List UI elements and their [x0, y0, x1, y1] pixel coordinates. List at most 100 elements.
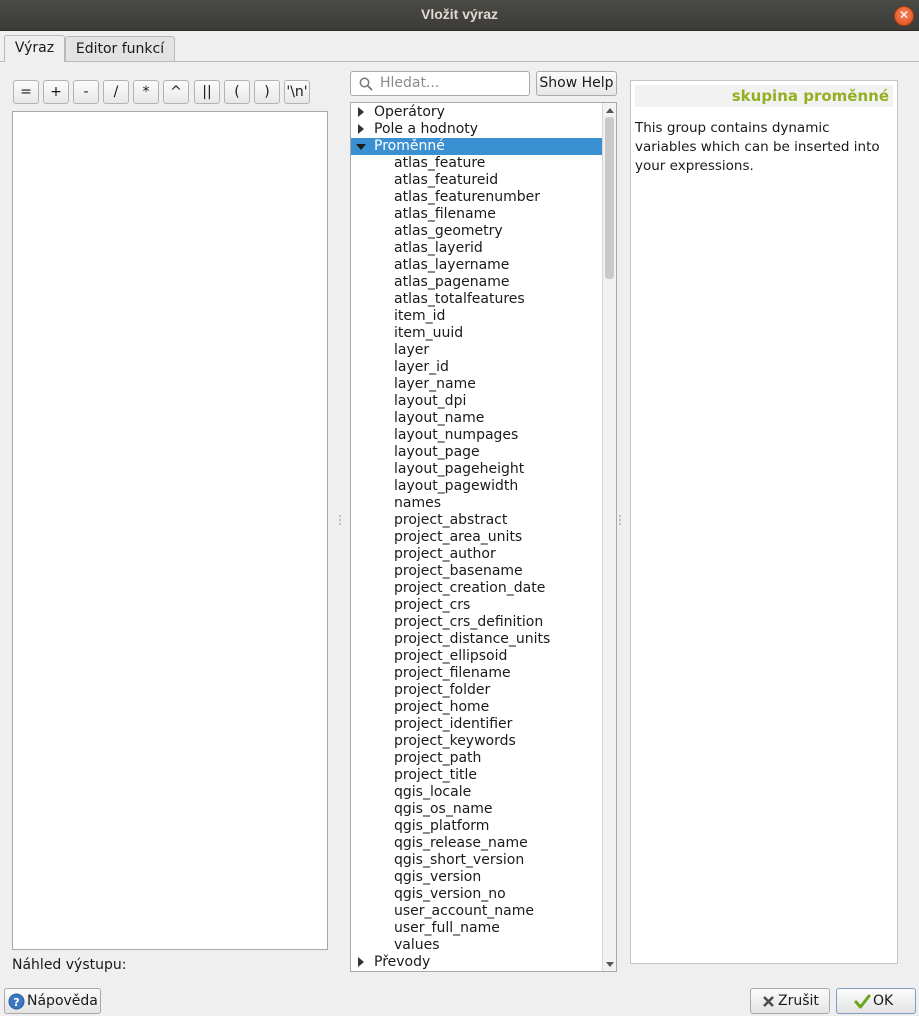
tab-bar: Výraz Editor funkcí — [0, 34, 919, 62]
tree-variable-item[interactable]: qgis_locale — [351, 784, 603, 801]
tree-variable-item[interactable]: project_ellipsoid — [351, 648, 603, 665]
expand-arrow-right-icon[interactable] — [358, 124, 364, 134]
tree-variable-item[interactable]: atlas_totalfeatures — [351, 291, 603, 308]
tree-variable-item[interactable]: project_crs_definition — [351, 614, 603, 631]
tree-scrollbar[interactable] — [602, 103, 616, 971]
operator-minus-button[interactable]: - — [73, 80, 99, 104]
help-button-label: Nápověda — [27, 993, 98, 1009]
tree-variable-item[interactable]: project_title — [351, 767, 603, 784]
output-preview-label: Náhled výstupu: — [12, 957, 127, 973]
tree-variable-item[interactable]: atlas_feature — [351, 155, 603, 172]
tree-variable-item[interactable]: qgis_release_name — [351, 835, 603, 852]
tree-variable-item[interactable]: atlas_geometry — [351, 223, 603, 240]
title-bar: Vložit výraz ✕ — [0, 0, 919, 31]
tree-variable-item[interactable]: project_identifier — [351, 716, 603, 733]
tree-variable-item[interactable]: project_author — [351, 546, 603, 563]
tree-variable-item[interactable]: atlas_layername — [351, 257, 603, 274]
help-button[interactable]: ? Nápověda — [4, 988, 101, 1014]
help-heading: skupina proměnné — [635, 85, 893, 107]
operator-equals-button[interactable]: = — [13, 80, 39, 104]
help-panel: skupina proměnné This group contains dyn… — [630, 80, 898, 964]
left-splitter-handle[interactable] — [339, 515, 343, 525]
tree-group-item[interactable]: Pole a hodnoty — [351, 121, 603, 138]
tree-variable-item[interactable]: atlas_pagename — [351, 274, 603, 291]
tree-group-label: Operátory — [374, 104, 445, 120]
svg-text:?: ? — [13, 996, 19, 1009]
checkmark-icon — [854, 994, 871, 1009]
tree-group-item[interactable]: Proměnné — [351, 138, 603, 155]
tree-variable-item[interactable]: layer — [351, 342, 603, 359]
operator-newline-button[interactable]: '\n' — [284, 80, 310, 104]
search-placeholder: Hledat... — [380, 75, 440, 91]
tree-variable-item[interactable]: layout_page — [351, 444, 603, 461]
window-title: Vložit výraz — [420, 6, 499, 22]
tree-variable-item[interactable]: project_abstract — [351, 512, 603, 529]
tree-variable-item[interactable]: project_folder — [351, 682, 603, 699]
help-text: This group contains dynamic variables wh… — [635, 120, 880, 174]
operator-plus-button[interactable]: + — [43, 80, 69, 104]
tree-variable-item[interactable]: item_id — [351, 308, 603, 325]
scrollbar-thumb[interactable] — [605, 117, 614, 279]
scroll-down-arrow-icon[interactable] — [603, 957, 616, 971]
tree-variable-item[interactable]: atlas_featureid — [351, 172, 603, 189]
tree-variable-item[interactable]: names — [351, 495, 603, 512]
operator-divide-button[interactable]: / — [103, 80, 129, 104]
tree-group-item[interactable]: Převody — [351, 954, 603, 971]
tree-variable-item[interactable]: user_account_name — [351, 903, 603, 920]
tree-group-label: Proměnné — [374, 138, 445, 154]
tree-variable-item[interactable]: project_filename — [351, 665, 603, 682]
search-icon — [359, 77, 373, 91]
expand-arrow-right-icon[interactable] — [358, 957, 364, 967]
tab-expression[interactable]: Výraz — [4, 35, 65, 62]
operator-concat-button[interactable]: || — [194, 80, 220, 104]
ok-button-label: OK — [873, 993, 894, 1009]
tree-variable-item[interactable]: layer_id — [351, 359, 603, 376]
tree-variable-item[interactable]: atlas_layerid — [351, 240, 603, 257]
tree-variable-item[interactable]: project_basename — [351, 563, 603, 580]
operator-close-paren-button[interactable]: ) — [254, 80, 280, 104]
tree-variable-item[interactable]: user_full_name — [351, 920, 603, 937]
tree-variable-item[interactable]: layout_name — [351, 410, 603, 427]
tree-variable-item[interactable]: project_keywords — [351, 733, 603, 750]
tree-variable-item[interactable]: qgis_version_no — [351, 886, 603, 903]
tree-variable-item[interactable]: layout_dpi — [351, 393, 603, 410]
cancel-icon — [763, 996, 774, 1007]
operator-open-paren-button[interactable]: ( — [224, 80, 250, 104]
right-splitter-handle[interactable] — [619, 515, 623, 525]
scroll-up-arrow-icon[interactable] — [603, 103, 616, 117]
tab-function-editor[interactable]: Editor funkcí — [65, 36, 175, 61]
ok-button[interactable]: OK — [836, 988, 916, 1014]
operator-multiply-button[interactable]: * — [133, 80, 159, 104]
tree-variable-item[interactable]: project_distance_units — [351, 631, 603, 648]
tree-variable-item[interactable]: project_home — [351, 699, 603, 716]
expand-arrow-down-icon[interactable] — [356, 144, 366, 150]
tree-variable-item[interactable]: qgis_short_version — [351, 852, 603, 869]
help-icon: ? — [8, 993, 25, 1010]
tree-variable-item[interactable]: project_path — [351, 750, 603, 767]
tree-group-label: Převody — [374, 954, 431, 970]
expand-arrow-right-icon[interactable] — [358, 107, 364, 117]
function-tree[interactable]: Operátory Pole a hodnoty Proměnné atlas_fea… — [350, 102, 617, 972]
cancel-button[interactable]: Zrušit — [750, 988, 830, 1014]
tree-variable-item[interactable]: project_crs — [351, 597, 603, 614]
expression-editor[interactable] — [12, 111, 328, 950]
tree-variable-item[interactable]: layer_name — [351, 376, 603, 393]
tree-variable-item[interactable]: item_uuid — [351, 325, 603, 342]
tree-variable-item[interactable]: project_area_units — [351, 529, 603, 546]
tree-group-label: Pole a hodnoty — [374, 121, 479, 137]
show-help-button[interactable]: Show Help — [536, 71, 617, 96]
search-input[interactable]: Hledat... — [350, 71, 530, 96]
tree-variable-item[interactable]: atlas_featurenumber — [351, 189, 603, 206]
tree-variable-item[interactable]: layout_pagewidth — [351, 478, 603, 495]
close-icon[interactable]: ✕ — [894, 6, 914, 26]
tree-variable-item[interactable]: qgis_platform — [351, 818, 603, 835]
tree-variable-item[interactable]: values — [351, 937, 603, 954]
tree-variable-item[interactable]: project_creation_date — [351, 580, 603, 597]
tree-variable-item[interactable]: qgis_version — [351, 869, 603, 886]
tree-variable-item[interactable]: atlas_filename — [351, 206, 603, 223]
tree-group-item[interactable]: Operátory — [351, 104, 603, 121]
tree-variable-item[interactable]: layout_pageheight — [351, 461, 603, 478]
tree-variable-item[interactable]: qgis_os_name — [351, 801, 603, 818]
operator-power-button[interactable]: ^ — [163, 80, 189, 104]
tree-variable-item[interactable]: layout_numpages — [351, 427, 603, 444]
